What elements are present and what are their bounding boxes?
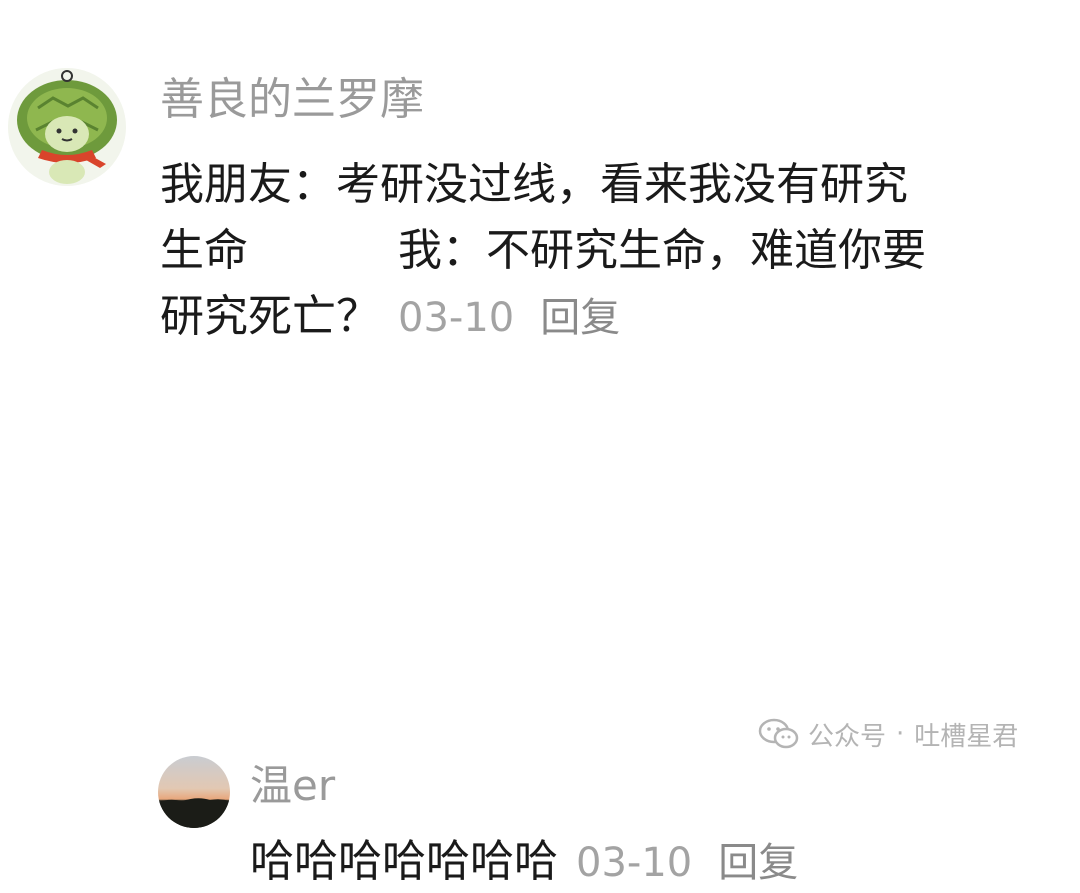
comment-line-part: 我：不研究生命，难道你要 xyxy=(398,225,926,276)
comment-line: 研究死亡？ 03-10 回复 xyxy=(160,284,1020,351)
comment-item: 善良的兰罗摩 我朋友：考研没过线，看来我没有研究 生命 我：不研究生命，难道你要 … xyxy=(0,0,1080,360)
comment-line-part: 研究死亡？ xyxy=(160,291,380,342)
turtle-avatar-icon xyxy=(8,68,126,186)
comment-date: 03-10 xyxy=(576,840,693,886)
username[interactable]: 善良的兰罗摩 xyxy=(160,72,424,128)
comment-line-part: 生命 xyxy=(160,225,248,276)
comment-date: 03-10 xyxy=(398,295,515,341)
watermark-separator: · xyxy=(896,719,905,749)
user-avatar[interactable] xyxy=(8,68,126,186)
watermark-channel: 公众号 xyxy=(808,721,887,752)
reply-button[interactable]: 回复 xyxy=(718,840,798,886)
user-avatar[interactable] xyxy=(158,756,230,828)
comment-content: 哈哈哈哈哈哈哈 xyxy=(250,836,558,887)
reply-button[interactable]: 回复 xyxy=(540,295,620,341)
username[interactable]: 温er xyxy=(250,760,335,812)
comment-text: 我朋友：考研没过线，看来我没有研究 生命 我：不研究生命，难道你要 研究死亡？ 03… xyxy=(160,152,1020,351)
watermark: 公众号 · 吐槽星君 xyxy=(758,712,1018,756)
comment-text: 哈哈哈哈哈哈哈 03-10 回复 xyxy=(250,832,1050,893)
reply-comment-item: 温er 哈哈哈哈哈哈哈 03-10 回复 xyxy=(0,370,1080,887)
comment-line: 我朋友：考研没过线，看来我没有研究 xyxy=(160,159,908,210)
wechat-icon xyxy=(758,718,799,749)
sunset-avatar-icon xyxy=(158,756,230,828)
watermark-account: 吐槽星君 xyxy=(914,721,1019,752)
comment-line: 生命 我：不研究生命，难道你要 xyxy=(160,218,1020,284)
